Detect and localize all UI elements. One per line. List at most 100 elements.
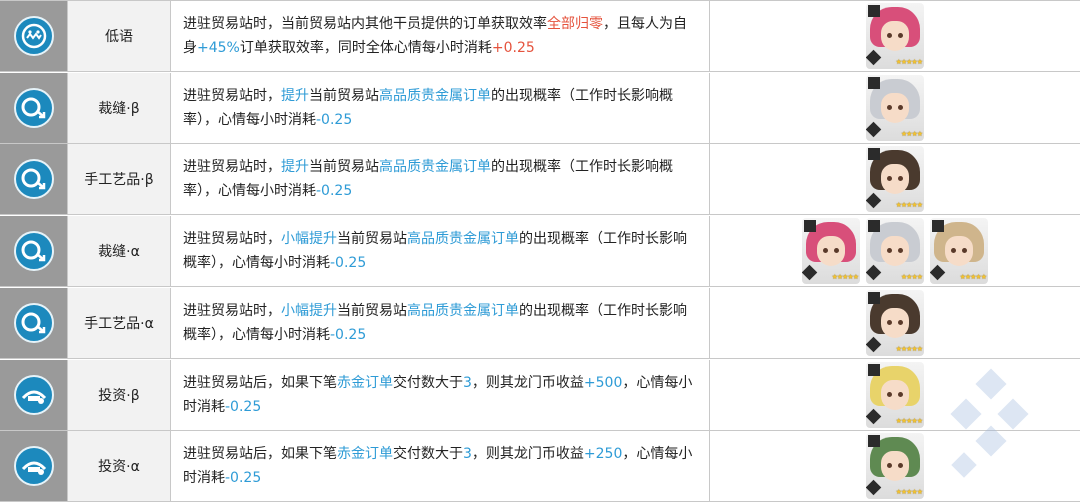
operator-portrait[interactable]: ★★★★★ xyxy=(866,289,924,356)
highlighted-text: -0.25 xyxy=(330,326,367,343)
rarity-stars: ★★★★★ xyxy=(959,273,987,282)
elite-icon xyxy=(866,121,882,137)
elite-icon xyxy=(866,49,882,66)
rarity-stars: ★★★★★ xyxy=(895,201,923,210)
rarity-stars: ★★★★★ xyxy=(895,344,923,353)
description-text: 交付数大于 xyxy=(393,374,463,391)
operator-face xyxy=(881,164,909,195)
operator-face xyxy=(881,92,909,123)
operator-eye xyxy=(887,104,892,110)
highlighted-text: 全部归零 xyxy=(547,16,603,32)
skill-icon-cell xyxy=(0,1,68,71)
highlighted-text: 提升 xyxy=(281,159,309,176)
operator-face xyxy=(881,451,909,482)
description-text: 当前贸易站 xyxy=(309,159,379,176)
skill-name: 裁缝·β xyxy=(68,72,171,143)
skill-description: 进驻贸易站时，提升当前贸易站高品质贵金属订单的出现概率（工作时长影响概率），心情… xyxy=(171,144,710,215)
description-text: 当前贸易站 xyxy=(337,302,407,319)
operator-portrait[interactable]: ★★★★★ xyxy=(866,433,924,500)
highlighted-text: 小幅提升 xyxy=(281,231,337,248)
rarity-stars: ★★★★★ xyxy=(895,58,923,66)
highlighted-text: 赤金订单 xyxy=(337,446,393,463)
description-text: 进驻贸易站后，如果下笔 xyxy=(183,374,337,391)
operator-face xyxy=(881,379,909,410)
operator-portrait[interactable]: ★★★★ xyxy=(866,74,924,141)
table-row: 裁缝·β 进驻贸易站时，提升当前贸易站高品质贵金属订单的出现概率（工作时长影响概率… xyxy=(0,72,1080,144)
elite-icon xyxy=(866,479,882,496)
investment-skill-icon xyxy=(13,446,54,487)
operator-portrait[interactable]: ★★★★★ xyxy=(866,3,924,69)
description-text: 进驻贸易站时， xyxy=(183,231,281,248)
rarity-stars: ★★★★★ xyxy=(895,416,923,425)
operator-portrait[interactable]: ★★★★★ xyxy=(930,218,988,285)
sword-class-icon xyxy=(868,220,880,233)
elite-icon xyxy=(866,336,882,353)
skill-icon-cell xyxy=(0,359,68,430)
skill-icon-cell xyxy=(0,216,68,287)
highlighted-text: +45% xyxy=(197,40,240,56)
whisper-skill-icon xyxy=(13,16,54,56)
skill-name: 裁缝·α xyxy=(68,216,171,287)
highlighted-text: +0.25 xyxy=(491,40,535,56)
table-row: 裁缝·α 进驻贸易站时，小幅提升当前贸易站高品质贵金属订单的出现概率（工作时长影响… xyxy=(0,216,1080,288)
description-text: 当前贸易站 xyxy=(309,87,379,104)
description-text: ，则其龙门币收益 xyxy=(471,374,584,391)
rarity-stars: ★★★★★ xyxy=(895,488,923,497)
tailor-skill-icon xyxy=(13,231,54,272)
operator-eye xyxy=(898,319,903,325)
operator-eye xyxy=(887,33,892,38)
triangle-class-icon xyxy=(932,220,944,233)
highlighted-text: 3 xyxy=(463,374,472,391)
operator-eye xyxy=(898,33,903,38)
description-text: 当前贸易站 xyxy=(337,231,407,248)
highlighted-text: 高品质贵金属订单 xyxy=(407,302,519,319)
skill-name: 手工艺品·α xyxy=(68,287,171,358)
operator-eye xyxy=(887,319,892,325)
description-text: 交付数大于 xyxy=(393,446,463,463)
skill-icon-cell xyxy=(0,72,68,143)
skill-name: 投资·β xyxy=(68,359,171,430)
tailor-skill-icon xyxy=(13,302,54,343)
description-text: 订单获取效率，同时全体心情每小时消耗 xyxy=(239,40,492,56)
table-row: 投资·α 进驻贸易站后，如果下笔赤金订单交付数大于3，则其龙门币收益+250，心情… xyxy=(0,431,1080,502)
skill-description: 进驻贸易站时，当前贸易站内其他干员提供的订单获取效率全部归零，且每人为自身+45… xyxy=(171,1,710,71)
highlighted-text: 高品质贵金属订单 xyxy=(379,159,491,176)
skill-name: 低语 xyxy=(68,1,171,71)
operator-portrait[interactable]: ★★★★★ xyxy=(802,218,860,285)
skill-description: 进驻贸易站时，小幅提升当前贸易站高品质贵金属订单的出现概率（工作时长影响概率），… xyxy=(171,216,710,287)
operator-eye xyxy=(898,391,903,397)
skill-table: 低语 进驻贸易站时，当前贸易站内其他干员提供的订单获取效率全部归零，且每人为自身+… xyxy=(0,0,1080,502)
operator-portrait[interactable]: ★★★★★ xyxy=(866,361,924,428)
highlighted-text: -0.25 xyxy=(330,255,367,272)
highlighted-text: 小幅提升 xyxy=(281,302,337,319)
description-text: 进驻贸易站时， xyxy=(183,302,281,319)
operator-eye xyxy=(898,104,903,110)
investment-skill-icon xyxy=(13,374,54,415)
guard-class-icon xyxy=(868,5,880,17)
elite-icon xyxy=(802,264,818,281)
operator-list: ★★★★★ ★★★★ ★★★★★ xyxy=(710,216,1080,286)
elite-icon xyxy=(866,193,882,209)
highlighted-text: +250 xyxy=(583,446,623,463)
triangle-class-icon xyxy=(868,291,880,304)
operator-face xyxy=(881,21,909,51)
operator-face xyxy=(881,307,909,338)
skill-icon-cell xyxy=(0,144,68,215)
elite-icon xyxy=(866,408,882,424)
elite-icon xyxy=(930,264,946,281)
highlighted-text: -0.25 xyxy=(316,183,353,200)
description-text: 进驻贸易站时， xyxy=(183,87,281,104)
highlighted-text: -0.25 xyxy=(225,398,262,415)
description-text: ，则其龙门币收益 xyxy=(471,446,584,463)
skill-description: 进驻贸易站后，如果下笔赤金订单交付数大于3，则其龙门币收益+250，心情每小时消… xyxy=(171,431,710,502)
skill-name: 投资·α xyxy=(68,431,171,502)
operator-portrait[interactable]: ★★★★★ xyxy=(866,146,924,213)
sword-class-icon xyxy=(868,435,880,448)
guard-class-icon xyxy=(804,220,816,233)
operator-face xyxy=(817,236,845,267)
operator-list: ★★★★ xyxy=(710,73,1080,143)
highlighted-text: 3 xyxy=(463,446,472,463)
operator-list: ★★★★★ xyxy=(710,288,1080,358)
operator-portrait[interactable]: ★★★★ xyxy=(866,218,924,285)
description-text: 进驻贸易站后，如果下笔 xyxy=(183,446,337,463)
